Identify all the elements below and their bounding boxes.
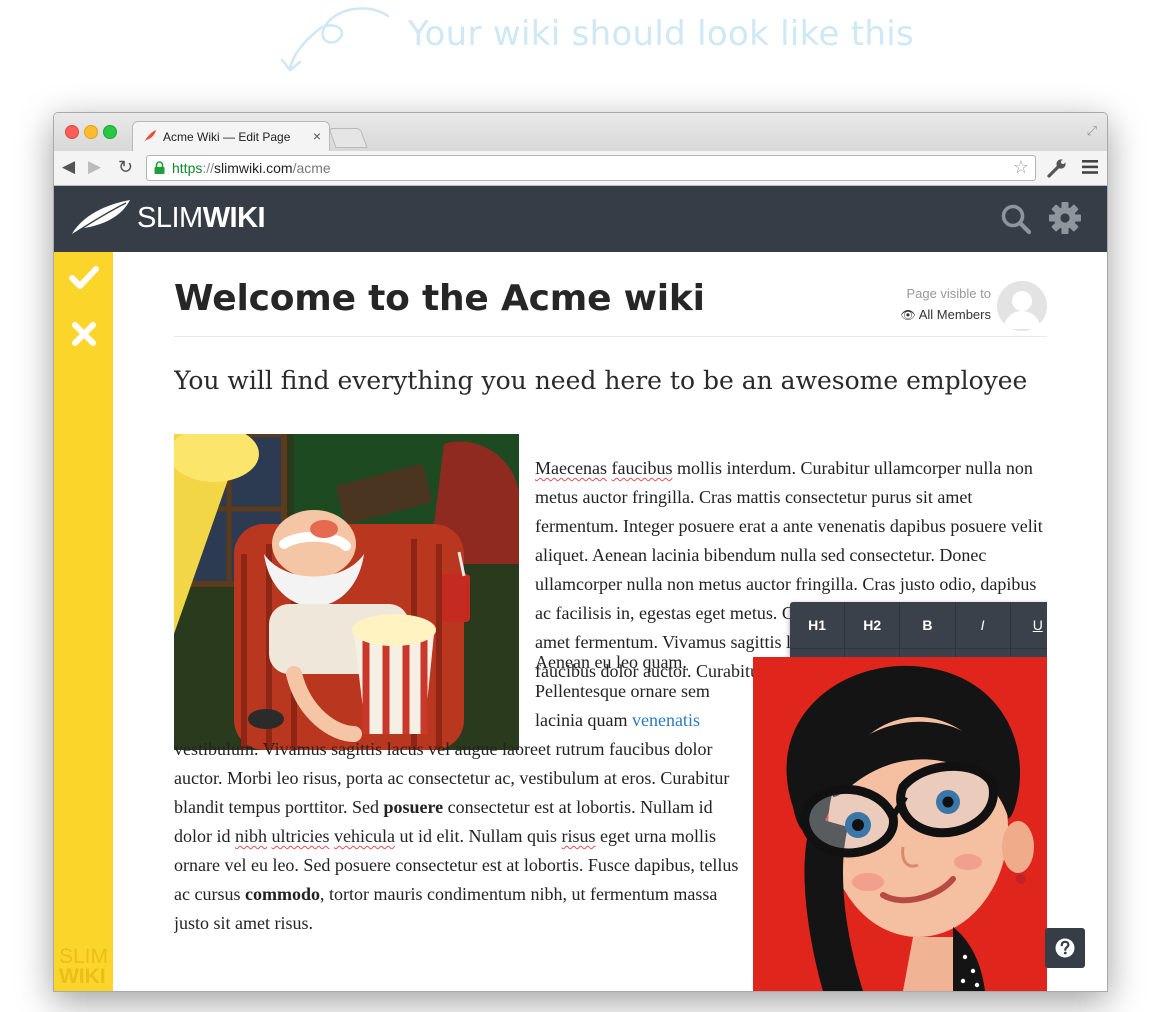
visibility-label: Page visible to [906, 286, 991, 301]
feather-favicon-icon [144, 130, 156, 142]
tab-title: Acme Wiki — Edit Page [163, 130, 291, 144]
logo-slim: SLIM [137, 202, 203, 234]
sidebar-logo: SLIM WIKI [59, 946, 108, 988]
search-icon[interactable] [1000, 203, 1032, 235]
browser-window: Acme Wiki — Edit Page × ⤢ ◀ ▶ ↻ https://… [53, 112, 1108, 992]
girl-with-glasses-illustration[interactable] [753, 657, 1047, 991]
browser-toolbar: ◀ ▶ ↻ https://slimwiki.com/acme ☆ [54, 151, 1107, 186]
tab-close-icon[interactable]: × [313, 128, 321, 144]
avatar[interactable] [997, 281, 1047, 331]
url-text: https://slimwiki.com/acme [172, 160, 331, 176]
browser-tab[interactable]: Acme Wiki — Edit Page × [132, 121, 330, 152]
gear-icon[interactable] [1048, 201, 1082, 235]
close-cancel-icon[interactable] [70, 320, 98, 348]
user-silhouette-icon [1003, 291, 1041, 329]
bold-button[interactable]: B [900, 602, 956, 648]
paragraph-2-indented: Aenean eu leo quam. Pellentesque ornare … [174, 648, 754, 735]
logo-wiki: WIKI [202, 202, 266, 234]
misspelled-word[interactable]: Maecenas [535, 458, 607, 478]
paragraph-2-text: ut id elit. Nullam quis [394, 826, 562, 846]
bold-text: commodo [244, 884, 320, 904]
edit-sidebar: SLIM WIKI [54, 252, 113, 991]
url-scheme: https [172, 160, 203, 176]
close-window-button[interactable] [65, 125, 79, 139]
tab-strip: Acme Wiki — Edit Page × ⤢ [54, 113, 1107, 152]
fullscreen-icon[interactable]: ⤢ [1087, 123, 1097, 139]
underline-button[interactable]: U [1011, 602, 1047, 648]
bold-text: posuere [383, 797, 444, 817]
app-logo[interactable]: SLIMWIKI [137, 202, 266, 235]
misspelled-word[interactable]: faucibus [611, 458, 672, 478]
feather-logo-icon [72, 200, 130, 234]
heading-1-button[interactable]: H1 [790, 602, 846, 648]
question-mark-icon [1055, 938, 1075, 958]
wrench-icon[interactable] [1047, 158, 1067, 178]
reload-icon[interactable]: ↻ [118, 157, 133, 177]
app-header: SLIMWIKI [54, 186, 1107, 252]
visibility-value-text: All Members [918, 307, 991, 322]
url-path: /acme [292, 160, 331, 176]
page-content: Welcome to the Acme wiki Page visible to… [174, 252, 1047, 991]
visibility-value: 👁 All Members [901, 307, 991, 322]
back-arrow-icon[interactable]: ◀ [62, 157, 75, 177]
venenatis-link[interactable]: venenatis [632, 710, 700, 730]
heading-2-button[interactable]: H2 [845, 602, 901, 648]
paragraph-2[interactable]: Aenean eu leo quam. Pellentesque ornare … [174, 648, 754, 938]
bookmark-star-icon[interactable]: ☆ [1013, 157, 1029, 178]
title-divider [174, 336, 1047, 337]
misspelled-word[interactable]: ultricies [272, 826, 330, 846]
help-button[interactable] [1045, 928, 1085, 968]
new-tab-button[interactable] [328, 128, 368, 148]
eye-icon: 👁 [900, 308, 916, 322]
hint-text: Your wiki should look like this [408, 14, 915, 54]
url-separator: :// [202, 160, 215, 176]
hint-banner: Your wiki should look like this [280, 6, 980, 86]
misspelled-word[interactable]: vehicula [334, 826, 395, 846]
minimize-window-button[interactable] [84, 125, 98, 139]
sidebar-logo-wiki: WIKI [59, 965, 106, 988]
curved-arrow-icon [280, 7, 390, 72]
checkmark-save-icon[interactable] [68, 262, 100, 294]
lock-icon [154, 161, 165, 174]
address-bar[interactable]: https://slimwiki.com/acme ☆ [146, 155, 1036, 181]
italic-button[interactable]: I [956, 602, 1011, 648]
forward-arrow-icon[interactable]: ▶ [88, 157, 101, 177]
page-title[interactable]: Welcome to the Acme wiki [174, 278, 705, 319]
page-subtitle[interactable]: You will find everything you need here t… [174, 366, 1027, 395]
hamburger-menu-icon[interactable] [1082, 160, 1098, 174]
url-host: slimwiki.com [214, 160, 293, 176]
zoom-window-button[interactable] [103, 125, 117, 139]
misspelled-word[interactable]: risus [561, 826, 595, 846]
page-visibility[interactable]: Page visible to 👁 All Members [901, 286, 991, 322]
misspelled-word[interactable]: nibh [235, 826, 267, 846]
formatting-toolbar-row-1: H1 H2 B I U [790, 602, 1047, 649]
